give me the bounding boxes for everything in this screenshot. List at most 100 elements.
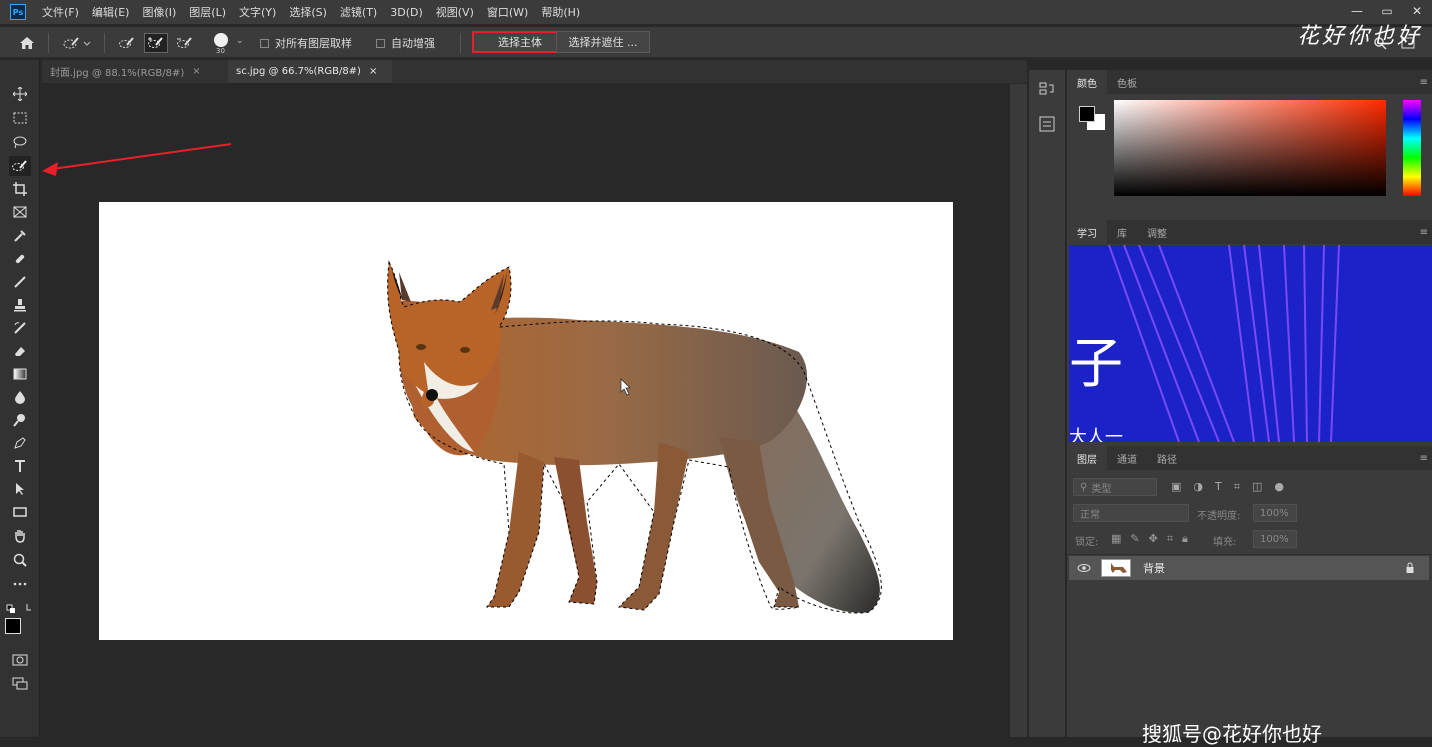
home-button[interactable] — [14, 33, 40, 53]
panel-menu-icon[interactable]: ≡ — [1420, 453, 1428, 464]
zoom-tool[interactable] — [9, 550, 31, 570]
menu-3d[interactable]: 3D(D) — [390, 6, 423, 19]
auto-enhance-checkbox[interactable]: 自动增强 — [376, 35, 435, 51]
menu-window[interactable]: 窗口(W) — [487, 4, 528, 20]
rectangle-tool[interactable] — [9, 502, 31, 522]
properties-icon — [1039, 116, 1055, 132]
vertical-scrollbar[interactable] — [1010, 84, 1027, 737]
menu-select[interactable]: 选择(S) — [289, 4, 327, 20]
move-tool[interactable] — [9, 84, 31, 104]
filter-toggle-icon[interactable]: ● — [1274, 480, 1284, 494]
swap-colors-icon[interactable] — [5, 602, 35, 614]
sample-all-layers-checkbox[interactable]: 对所有图层取样 — [260, 35, 352, 51]
lock-all-icon[interactable]: 🔒︎ — [1182, 532, 1188, 546]
tab-libraries[interactable]: 库 — [1107, 220, 1137, 244]
brush-icon — [14, 276, 26, 288]
clone-stamp-tool[interactable] — [9, 295, 31, 315]
foreground-color-swatch[interactable] — [1079, 106, 1095, 122]
select-subject-button[interactable]: 选择主体 — [472, 31, 568, 53]
tab-learn[interactable]: 学习 — [1067, 220, 1107, 244]
tab-layers[interactable]: 图层 — [1067, 446, 1107, 470]
lock-pixels-icon[interactable]: ✎ — [1130, 532, 1139, 546]
rectangle-icon — [13, 507, 27, 517]
bandage-icon — [15, 254, 25, 264]
shape-filter-icon[interactable]: ⌗ — [1234, 480, 1240, 494]
menu-file[interactable]: 文件(F) — [42, 4, 79, 20]
type-filter-icon[interactable]: T — [1215, 480, 1222, 494]
brush-tool[interactable] — [9, 272, 31, 292]
tab-swatches[interactable]: 色板 — [1107, 70, 1147, 94]
eye-icon[interactable] — [1077, 563, 1091, 573]
quick-selection-tool[interactable] — [9, 156, 31, 176]
hand-tool[interactable] — [9, 526, 31, 546]
adjustment-filter-icon[interactable]: ◑ — [1193, 480, 1203, 494]
menu-edit[interactable]: 编辑(E) — [92, 4, 130, 20]
tab-label: sc.jpg @ 66.7%(RGB/8#) — [236, 66, 361, 77]
close-icon[interactable]: × — [369, 66, 377, 77]
hue-slider[interactable] — [1403, 100, 1421, 196]
tool-preset-picker[interactable] — [56, 33, 98, 53]
menu-help[interactable]: 帮助(H) — [541, 4, 580, 20]
new-selection-button[interactable] — [116, 33, 138, 53]
eyedropper-tool[interactable] — [9, 226, 31, 246]
lock-icons: ▦ ✎ ✥ ⌗ 🔒︎ — [1111, 532, 1211, 546]
tab-cover-jpg[interactable]: 封面.jpg @ 88.1%(RGB/8#) × — [42, 60, 224, 83]
menu-image[interactable]: 图像(I) — [142, 4, 176, 20]
menu-view[interactable]: 视图(V) — [436, 4, 474, 20]
chevron-down-icon: ⌄ — [236, 36, 244, 46]
lock-position-icon[interactable]: ✥ — [1149, 532, 1158, 546]
opacity-field[interactable]: 100% — [1253, 504, 1297, 522]
tab-adjustments[interactable]: 调整 — [1137, 220, 1177, 244]
pixel-filter-icon[interactable]: ▣ — [1171, 480, 1181, 494]
learn-panel-tabs: 学习 库 调整 ≡ — [1067, 220, 1432, 244]
properties-panel-button[interactable] — [1037, 114, 1057, 134]
tab-channels[interactable]: 通道 — [1107, 446, 1147, 470]
foreground-color-swatch[interactable] — [5, 618, 21, 634]
menu-type[interactable]: 文字(Y) — [239, 4, 276, 20]
history-panel-button[interactable] — [1037, 80, 1057, 100]
path-selection-tool[interactable] — [9, 479, 31, 499]
mouse-cursor-icon — [620, 378, 631, 396]
quick-mask-button[interactable] — [9, 650, 31, 670]
select-and-mask-button[interactable]: 选择并遮住 ... — [556, 31, 650, 53]
collapsed-panel-dock — [1029, 70, 1065, 737]
brush-size-picker[interactable]: 30 ⌄ — [208, 33, 250, 55]
dodge-tool[interactable] — [9, 410, 31, 430]
healing-brush-tool[interactable] — [9, 249, 31, 269]
menu-layer[interactable]: 图层(L) — [189, 4, 226, 20]
frame-tool[interactable] — [9, 202, 31, 222]
lasso-tool[interactable] — [9, 132, 31, 152]
blend-mode-select[interactable]: 正常 — [1073, 504, 1189, 522]
menu-filter[interactable]: 滤镜(T) — [340, 4, 377, 20]
smart-object-filter-icon[interactable]: ◫ — [1252, 480, 1262, 494]
blur-tool[interactable] — [9, 387, 31, 407]
layer-filter-icons: ▣ ◑ T ⌗ ◫ ● — [1171, 480, 1311, 494]
layer-filter-select[interactable]: ⚲ 类型 — [1073, 478, 1157, 496]
type-tool[interactable] — [9, 456, 31, 476]
subtract-selection-icon — [177, 37, 192, 48]
tab-color[interactable]: 颜色 — [1067, 70, 1107, 94]
learn-banner[interactable]: 子 大人一 — [1069, 245, 1432, 442]
screen-mode-icon — [12, 677, 28, 690]
tab-paths[interactable]: 路径 — [1147, 446, 1187, 470]
subtract-selection-button[interactable] — [174, 33, 196, 53]
panel-menu-icon[interactable]: ≡ — [1420, 227, 1428, 238]
lock-artboard-icon[interactable]: ⌗ — [1167, 532, 1173, 546]
crop-tool[interactable] — [9, 179, 31, 199]
color-picker-field[interactable] — [1114, 100, 1386, 196]
document-canvas[interactable] — [99, 202, 953, 640]
history-brush-tool[interactable] — [9, 318, 31, 338]
tab-sc-jpg[interactable]: sc.jpg @ 66.7%(RGB/8#) × — [228, 60, 392, 83]
gradient-tool[interactable] — [9, 364, 31, 384]
panel-menu-icon[interactable]: ≡ — [1420, 77, 1428, 88]
add-to-selection-button[interactable] — [144, 33, 168, 53]
close-icon[interactable]: × — [192, 66, 200, 77]
eraser-tool[interactable] — [9, 341, 31, 361]
fill-field[interactable]: 100% — [1253, 530, 1297, 548]
screen-mode-button[interactable] — [9, 674, 31, 694]
more-tools[interactable] — [9, 574, 31, 594]
pen-tool[interactable] — [9, 433, 31, 453]
marquee-tool[interactable] — [9, 108, 31, 128]
layer-row[interactable]: 背景 — [1069, 556, 1429, 580]
lock-transparency-icon[interactable]: ▦ — [1111, 532, 1121, 546]
